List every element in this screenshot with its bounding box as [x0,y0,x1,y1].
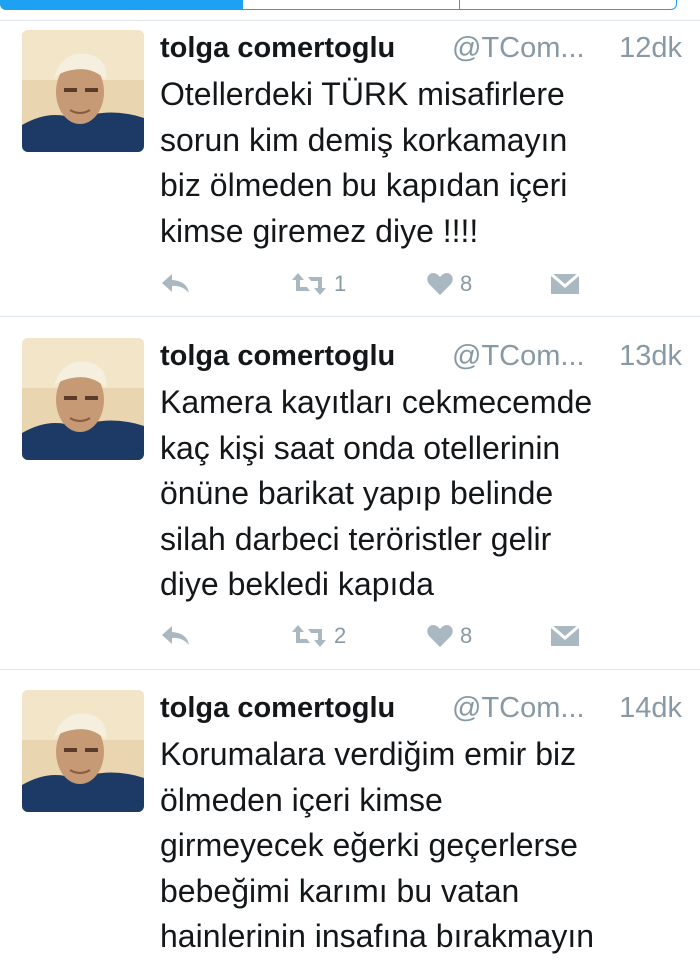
retweet-button[interactable]: 2 [290,621,346,651]
timestamp: 12dk [619,32,682,64]
tweet-text-line: kaç kişi saat onda otellerinin [160,429,561,466]
tab-segment-3[interactable] [459,0,677,10]
tweet-text-line: sorun kim demiş korkamayın [160,121,568,158]
tweet-text-line: kimse giremez diye !!!! [160,212,479,249]
tweet-text-line: diye bekledi kapıda [160,566,434,602]
display-name[interactable]: tolga comertoglu [160,32,395,65]
heart-icon [427,625,453,647]
direct-message-button[interactable] [550,269,580,299]
tweet[interactable]: tolga comertoglu @TCom... 14dk Korumalar… [0,686,700,960]
avatar[interactable] [22,690,144,812]
tab-segment-2[interactable] [242,0,460,10]
like-button[interactable]: 8 [426,269,472,299]
direct-message-button[interactable] [550,621,580,651]
tweet-text-line: Kamera kayıtları cekmecemde [160,384,593,420]
retweet-count: 2 [334,623,347,648]
tweet-text: Kamera kayıtları cekmecemde kaç kişi saa… [160,380,680,608]
avatar-image [22,690,144,812]
tweet-text: Korumalara verdiğim emir biz ölmeden içe… [160,732,680,960]
display-name[interactable]: tolga comertoglu [160,692,395,725]
username-handle[interactable]: @TCom... [452,692,585,725]
segmented-tab-bar [0,0,700,12]
tweet-text-line: girmeyecek eğerki geçerlerse [160,827,578,863]
avatar[interactable] [22,338,144,460]
tweet-text-line: hainlerinin insafına bırakmayın [160,918,595,954]
tweet-text: Otellerdeki TÜRK misafirlere sorun kim d… [160,72,680,254]
like-count: 8 [460,271,473,296]
tweet-text-line: silah darbeci teröristler gelir [160,520,552,557]
tweet-actions: 2 8 [160,621,620,651]
tweet-text-line: bebeğimi karımı bu vatan [160,872,520,909]
tweet-text-line: Otellerdeki TÜRK misafirlere [160,76,565,112]
reply-icon [162,274,189,293]
tweet-actions: 1 8 [160,269,620,299]
username-handle[interactable]: @TCom... [452,32,585,65]
retweet-icon [292,625,326,647]
retweet-button[interactable]: 1 [290,269,346,299]
timestamp: 14dk [619,692,682,724]
tweet-text-line: biz ölmeden bu kapıdan içeri [160,167,568,203]
display-name[interactable]: tolga comertoglu [160,340,395,373]
envelope-icon [550,624,580,646]
like-button[interactable]: 8 [426,621,472,651]
username-handle[interactable]: @TCom... [452,340,585,373]
tweet-divider [0,316,700,317]
tweet-text-line: önüne barikat yapıp belinde [160,475,554,511]
reply-button[interactable] [160,269,192,299]
like-count: 8 [460,623,473,648]
tweet[interactable]: tolga comertoglu @TCom... 13dk Kamera ka… [0,334,700,669]
reply-button[interactable] [160,621,192,651]
tweet-text-line: ölmeden içeri kimse [160,781,443,818]
retweet-icon [292,273,326,295]
envelope-icon [550,272,580,294]
reply-icon [162,626,189,645]
timestamp: 13dk [619,340,682,372]
avatar-image [22,338,144,460]
tweet[interactable]: tolga comertoglu @TCom... 12dk Otellerde… [0,26,700,316]
retweet-count: 1 [334,271,347,296]
avatar[interactable] [22,30,144,152]
tab-segment-1[interactable] [0,0,243,10]
heart-icon [427,273,453,295]
divider [0,20,700,21]
tweet-divider [0,669,700,670]
tweet-text-line: Korumalara verdiğim emir biz [160,736,577,772]
avatar-image [22,30,144,152]
